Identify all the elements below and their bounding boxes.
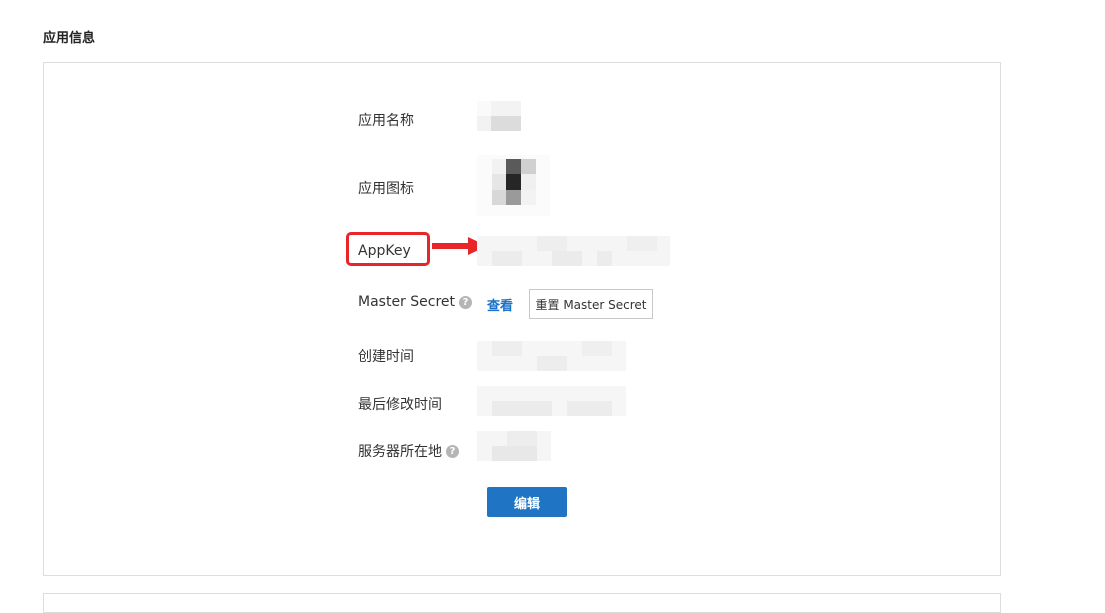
modified-time-label: 最后修改时间 xyxy=(358,397,442,413)
next-card xyxy=(43,593,1001,613)
view-secret-link[interactable]: 查看 xyxy=(487,295,513,314)
app-name-label: 应用名称 xyxy=(358,113,414,129)
edit-button[interactable]: 编辑 xyxy=(487,487,567,517)
question-circle-icon[interactable]: ? xyxy=(446,444,459,458)
master-secret-label-row: Master Secret ? xyxy=(358,294,473,310)
server-location-label-row: 服务器所在地 ? xyxy=(358,441,459,461)
appkey-annotation-box xyxy=(346,232,430,266)
master-secret-label: Master Secret xyxy=(358,294,456,310)
app-icon-label: 应用图标 xyxy=(358,181,414,197)
question-circle-icon[interactable]: ? xyxy=(459,295,473,309)
created-time-label: 创建时间 xyxy=(358,349,414,365)
section-title: 应用信息 xyxy=(43,31,96,46)
server-location-label: 服务器所在地 xyxy=(358,444,442,460)
reset-master-secret-button[interactable]: 重置 Master Secret xyxy=(529,289,653,319)
